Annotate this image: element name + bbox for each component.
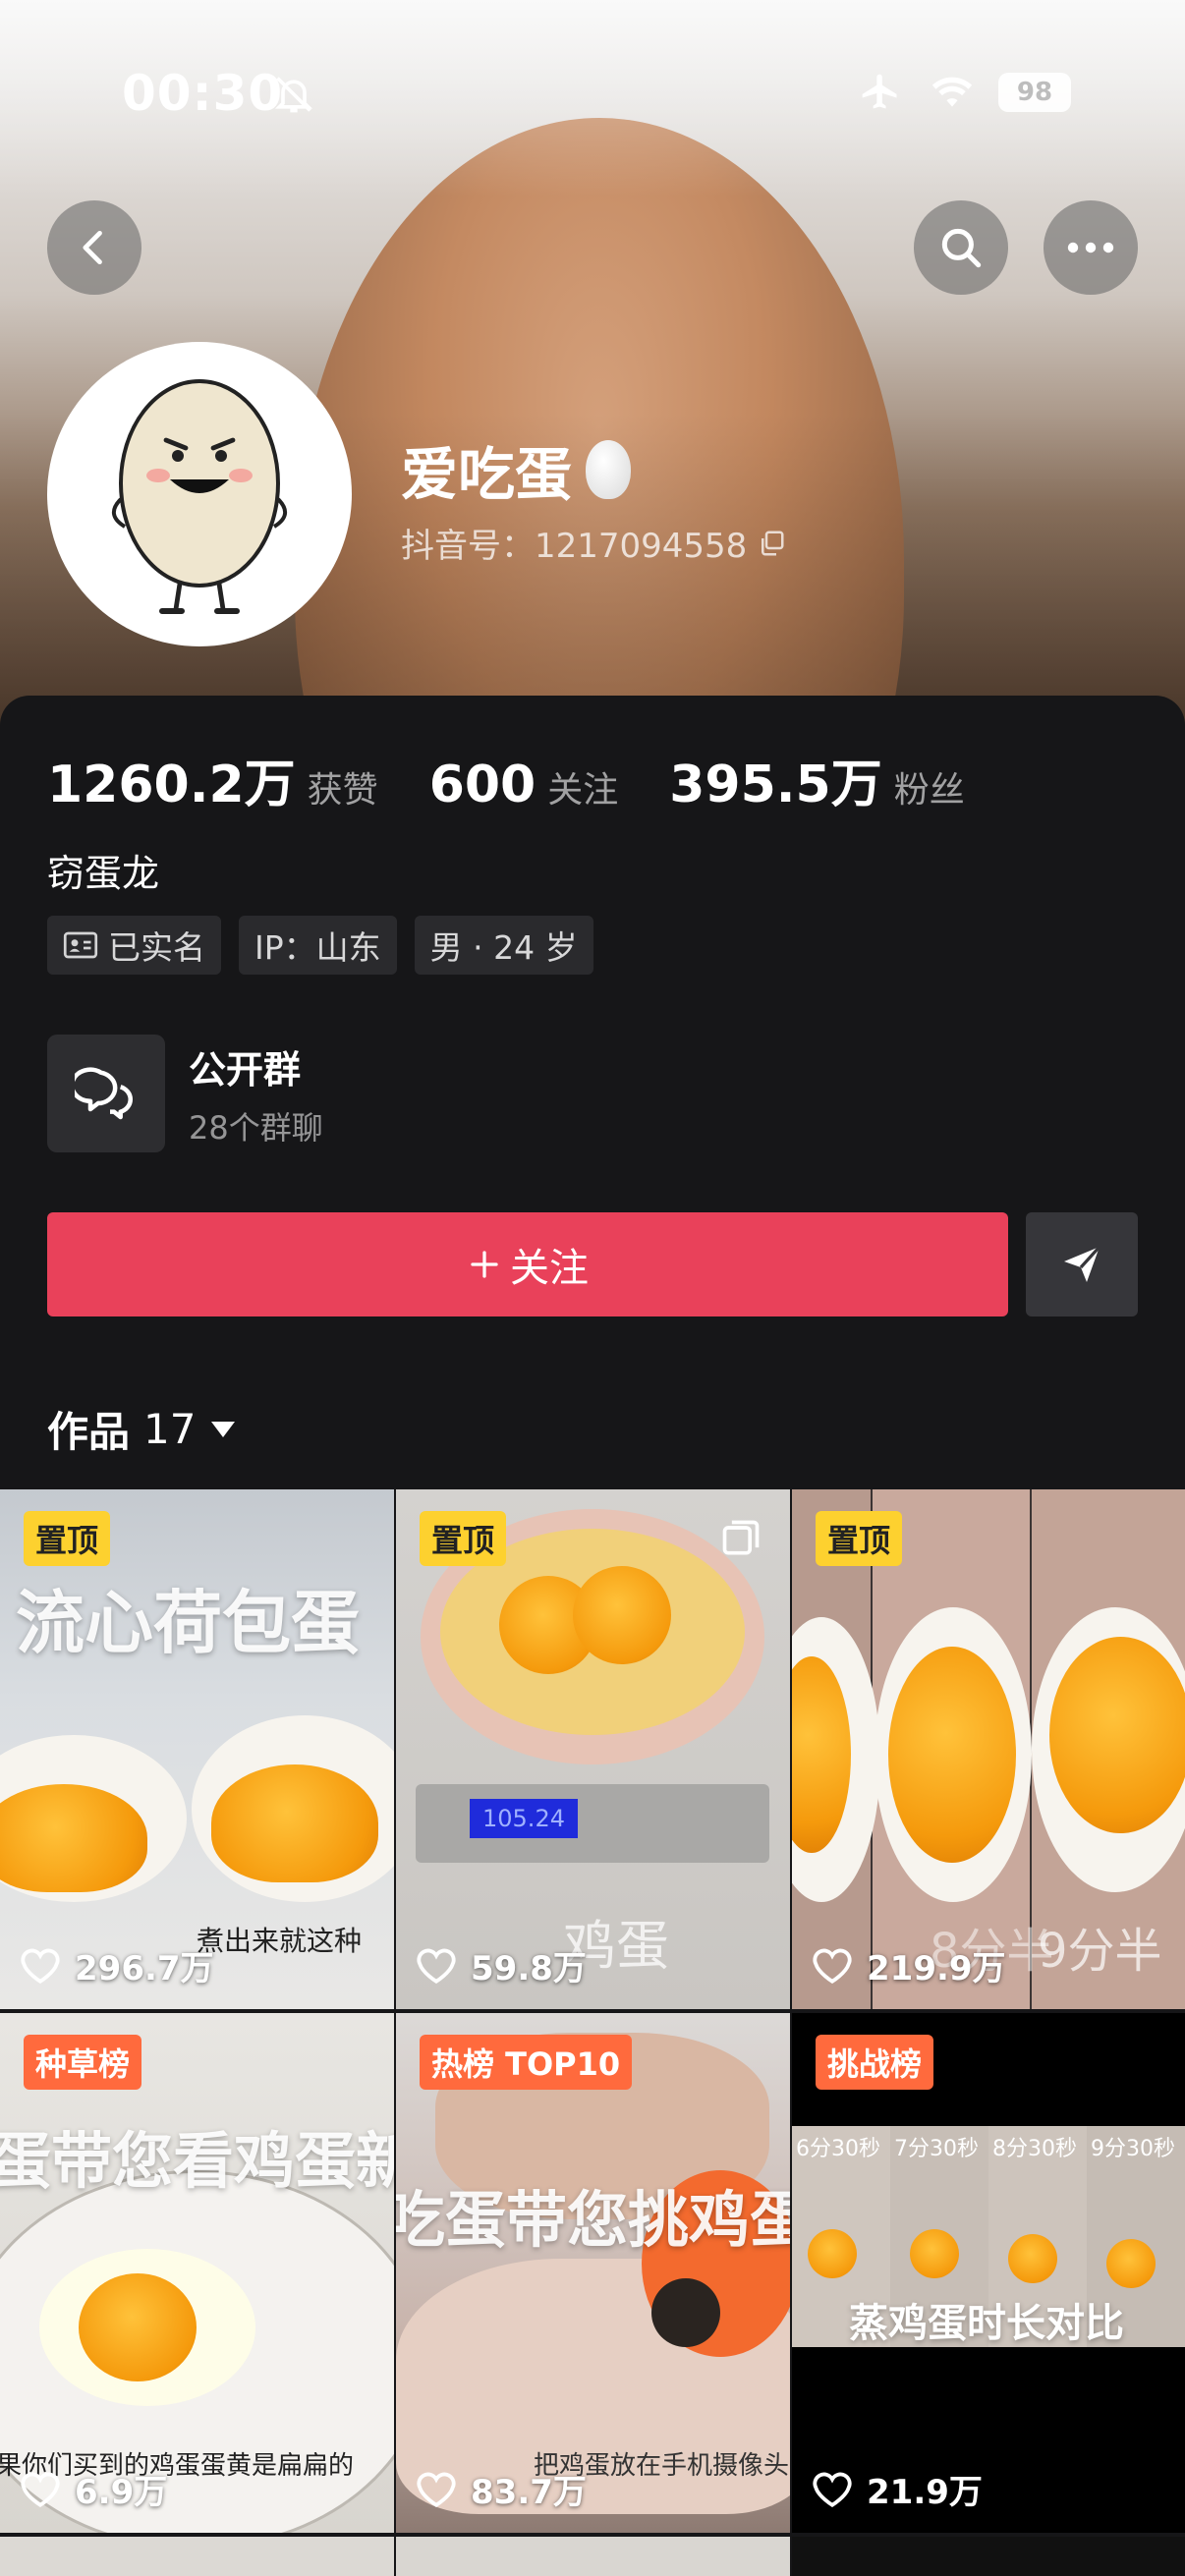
likes-count[interactable]: 1260.2万 [47, 743, 296, 816]
profile-name-text: 爱吃蛋 [401, 441, 573, 508]
video-title: 蛋带您看鸡蛋新鲜 [0, 2125, 394, 2197]
time-label: 9分30秒 [1091, 2137, 1175, 2161]
search-icon [941, 228, 982, 268]
profile-name: 爱吃蛋 [401, 428, 632, 511]
heart-icon [21, 1948, 60, 1984]
heart-icon [417, 1948, 456, 1984]
followers-label[interactable]: 粉丝 [894, 761, 965, 812]
status-time: 00:30 [122, 65, 284, 122]
works-tab[interactable]: 作品 17 [47, 1399, 237, 1459]
time-label: 8分30秒 [992, 2137, 1077, 2161]
video-title: 流心荷包蛋 [16, 1583, 360, 1663]
video-card[interactable]: 置顶 9分半 8分半 219.9万 [792, 1489, 1185, 2009]
egg-character-avatar [112, 379, 287, 614]
multi-image-icon [722, 1520, 760, 1555]
wifi-icon [931, 77, 973, 107]
works-tab-count: 17 [143, 1405, 197, 1453]
time-label: 7分30秒 [894, 2137, 979, 2161]
heart-icon [417, 2472, 456, 2507]
status-icons: 98 [855, 71, 1071, 114]
following-label[interactable]: 关注 [547, 761, 618, 812]
ip-tag: IP：山东 [239, 916, 397, 975]
egg-emoji-icon [586, 440, 632, 499]
douyin-id[interactable]: 抖音号：1217094558 [401, 519, 786, 567]
avatar[interactable] [47, 342, 352, 646]
pinned-badge: 置顶 [24, 1511, 111, 1566]
video-likes-count: 296.7万 [75, 1949, 214, 1988]
search-button[interactable] [914, 200, 1008, 295]
verified-tag[interactable]: 已实名 [47, 916, 221, 975]
video-likes: 6.9万 [20, 2465, 167, 2513]
more-dots-icon [1067, 242, 1114, 253]
video-caption: 9分半 [1038, 1924, 1162, 1979]
heart-icon [813, 2472, 852, 2507]
pinned-badge: 置顶 [420, 1511, 507, 1566]
video-likes: 296.7万 [20, 1941, 214, 1989]
ranking-badge: 热榜 TOP10 [420, 2035, 633, 2090]
video-likes: 59.8万 [416, 1941, 587, 1989]
works-tab-label: 作品 [47, 1408, 131, 1456]
video-card[interactable]: 种草榜 蛋带您看鸡蛋新鲜 果你们买到的鸡蛋蛋黄是扁扁的 6.9万 [0, 2013, 394, 2533]
video-likes-count: 219.9万 [867, 1949, 1006, 1988]
pinned-badge: 置顶 [816, 1511, 903, 1566]
more-button[interactable] [1044, 200, 1138, 295]
video-card[interactable] [396, 2537, 790, 2576]
chevron-left-icon [83, 230, 102, 265]
id-card-icon [63, 931, 98, 959]
ip-tag-label: IP：山东 [254, 928, 381, 967]
video-caption: 煮出来就这种 [197, 1925, 363, 1957]
video-likes-count: 21.9万 [867, 2473, 983, 2512]
heart-icon [21, 2472, 60, 2507]
profile-bio: 窃蛋龙 [47, 852, 160, 895]
gender-age-tag: 男 · 24 岁 [414, 916, 593, 975]
group-chat-icon [47, 1035, 165, 1152]
video-card[interactable]: 热榜 TOP10 吃蛋带您挑鸡蛋 把鸡蛋放在手机摄像头 83.7万 [396, 2013, 790, 2533]
copy-icon[interactable] [757, 529, 786, 558]
following-count[interactable]: 600 [429, 756, 536, 814]
video-likes: 219.9万 [812, 1941, 1006, 1989]
ranking-badge: 种草榜 [24, 2035, 142, 2090]
profile-cover: 00:30 98 爱吃蛋 抖音号：1217094558 [0, 0, 1185, 747]
video-likes: 83.7万 [416, 2465, 587, 2513]
video-likes: 21.9万 [812, 2465, 983, 2513]
likes-label[interactable]: 获赞 [308, 761, 378, 812]
back-button[interactable] [47, 200, 141, 295]
public-group-entry[interactable]: 公开群 28个群聊 [47, 1035, 323, 1152]
group-subtitle: 28个群聊 [189, 1108, 323, 1147]
verified-tag-label: 已实名 [108, 928, 205, 967]
airplane-icon [862, 74, 897, 109]
video-likes-count: 83.7万 [471, 2473, 587, 2512]
caret-down-icon [211, 1421, 236, 1437]
scale-display: 105.24 [470, 1799, 578, 1838]
video-title: 蒸鸡蛋时长对比 [849, 2301, 1124, 2346]
paper-plane-icon [1064, 1245, 1101, 1282]
video-card[interactable]: 6分30秒 7分30秒 8分30秒 9分30秒 挑战榜 蒸鸡蛋时长对比 21.9… [792, 2013, 1185, 2533]
video-card[interactable]: 105.24 置顶 鸡蛋 59.8万 [396, 1489, 790, 2009]
mute-bell-icon [274, 77, 313, 113]
video-card[interactable] [0, 2537, 394, 2576]
profile-tags: 已实名 IP：山东 男 · 24 岁 [47, 916, 593, 975]
douyin-id-text: 抖音号：1217094558 [401, 527, 748, 566]
follow-button-label: 关注 [510, 1246, 589, 1291]
video-likes-count: 59.8万 [471, 1949, 587, 1988]
heart-icon [813, 1948, 852, 1984]
video-card[interactable] [792, 2537, 1185, 2576]
send-message-button[interactable] [1026, 1212, 1138, 1316]
video-likes-count: 6.9万 [75, 2473, 168, 2512]
battery-indicator: 98 [998, 73, 1071, 112]
follow-button[interactable]: 关注 [47, 1212, 1008, 1316]
group-title: 公开群 [189, 1047, 302, 1092]
plus-icon [471, 1251, 498, 1278]
video-title: 吃蛋带您挑鸡蛋 [396, 2184, 790, 2256]
ranking-badge: 挑战榜 [816, 2035, 934, 2090]
time-label: 6分30秒 [796, 2137, 880, 2161]
video-card[interactable]: 置顶 流心荷包蛋 煮出来就这种 296.7万 [0, 1489, 394, 2009]
gender-age-label: 男 · 24 岁 [429, 928, 578, 967]
profile-stats: 1260.2万 获赞 600 关注 395.5万 粉丝 [47, 743, 1016, 816]
followers-count[interactable]: 395.5万 [669, 743, 881, 816]
